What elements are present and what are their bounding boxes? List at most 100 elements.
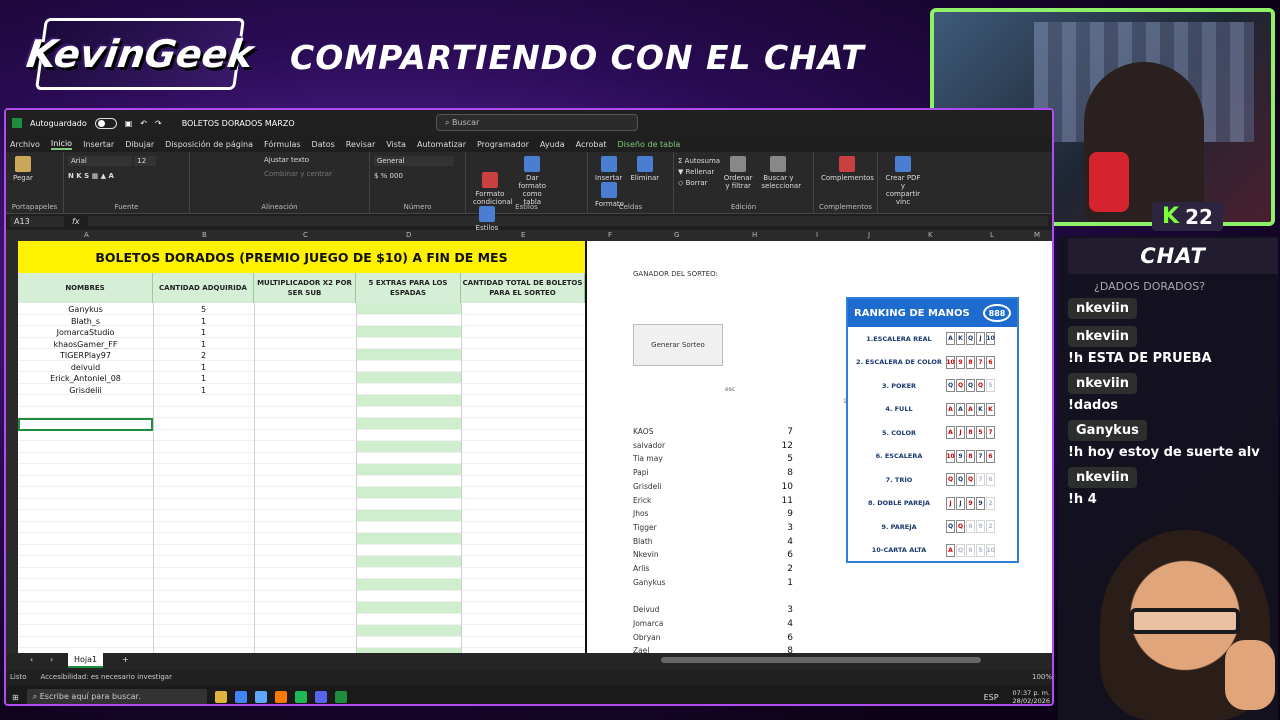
table-row[interactable]: JomarcaStudio 1 xyxy=(18,328,585,340)
score-row[interactable]: Ganykus 1 xyxy=(633,578,793,592)
table-row[interactable]: Ganykus 5 xyxy=(18,305,585,317)
menu-automatizar[interactable]: Automatizar xyxy=(417,140,466,149)
score-row[interactable]: salvador 12 xyxy=(633,441,793,455)
name-cell[interactable]: TIGERPlay97 xyxy=(18,351,153,363)
file-explorer-icon[interactable] xyxy=(214,691,227,703)
column-header[interactable]: L xyxy=(990,231,994,239)
quantity-cell[interactable]: 2 xyxy=(153,351,254,363)
menu-acrobat[interactable]: Acrobat xyxy=(576,140,607,149)
wrap-text-button[interactable]: Ajustar texto xyxy=(264,156,309,164)
column-header[interactable]: C xyxy=(303,231,308,239)
column-header[interactable]: H xyxy=(752,231,757,239)
menu-insertar[interactable]: Insertar xyxy=(83,140,114,149)
autosave-toggle[interactable] xyxy=(94,117,117,129)
column-header[interactable]: I xyxy=(816,231,818,239)
table-row[interactable]: TIGERPlay97 2 xyxy=(18,351,585,363)
file-name[interactable]: BOLETOS DORADOS MARZO xyxy=(182,119,295,128)
menu-f-rmulas[interactable]: Fórmulas xyxy=(264,140,301,149)
undo-icon[interactable]: ↶ xyxy=(140,119,147,128)
menu-revisar[interactable]: Revisar xyxy=(346,140,375,149)
generate-draw-button[interactable]: Generar Sorteo xyxy=(633,324,723,366)
merge-center-button[interactable]: Combinar y centrar xyxy=(264,170,365,178)
score-row[interactable]: Papi 8 xyxy=(633,468,793,482)
autosum-button[interactable]: Σ Autosuma xyxy=(678,156,720,167)
taskbar-search[interactable]: ⌕ Escribe aquí para buscar. xyxy=(26,689,207,704)
score-row[interactable]: Blath 4 xyxy=(633,537,793,551)
column-header[interactable]: K xyxy=(928,231,933,239)
chat-username[interactable]: nkeviin xyxy=(1068,373,1138,394)
score-row[interactable]: Grisdeli 10 xyxy=(633,482,793,496)
score-row[interactable]: Arlis 2 xyxy=(633,564,793,578)
save-icon[interactable]: ▣ xyxy=(125,119,133,128)
name-cell[interactable]: Ganykus xyxy=(18,305,153,317)
menu-archivo[interactable]: Archivo xyxy=(10,140,40,149)
menu-dise-o-de-tabla[interactable]: Diseño de tabla xyxy=(618,140,681,149)
quantity-cell[interactable]: 1 xyxy=(153,363,254,375)
menu-dibujar[interactable]: Dibujar xyxy=(125,140,154,149)
score-row[interactable]: Erick 11 xyxy=(633,496,793,510)
chat-username[interactable]: nkeviin xyxy=(1068,467,1138,488)
table-header-cell[interactable]: CANTIDAD ADQUIRIDA xyxy=(153,273,254,303)
chat-username[interactable]: Ganykus xyxy=(1068,420,1147,441)
name-cell[interactable]: deivuid xyxy=(18,363,153,375)
name-cell[interactable]: khaosGamer_FF xyxy=(18,340,153,352)
formula-input[interactable] xyxy=(87,216,1048,226)
conditional-format-button[interactable]: Formato condicional xyxy=(473,172,513,206)
illustrator-icon[interactable] xyxy=(274,691,287,703)
table-row[interactable]: Blath_s 1 xyxy=(18,317,585,329)
score-row[interactable]: Nkevin 6 xyxy=(633,550,793,564)
table-row[interactable]: khaosGamer_FF 1 xyxy=(18,340,585,352)
selected-cell[interactable] xyxy=(18,418,153,431)
find-select-button[interactable]: Buscar y seleccionar xyxy=(761,156,801,190)
zoom-level[interactable]: 100% xyxy=(1032,673,1052,681)
name-box[interactable]: A13 xyxy=(10,215,64,227)
quantity-cell[interactable]: 1 xyxy=(153,317,254,329)
taskbar-clock[interactable]: 07:37 p. m. 28/02/2026 xyxy=(1013,689,1050,704)
number-format-select[interactable]: General xyxy=(374,156,454,166)
font-style-buttons[interactable]: N K S ▦ ▲ A xyxy=(68,172,185,180)
chat-username[interactable]: nkeviin xyxy=(1068,326,1138,347)
clear-button[interactable]: ◇ Borrar xyxy=(678,178,720,189)
score-row[interactable]: Obryan 6 xyxy=(633,633,793,647)
edge-icon[interactable] xyxy=(254,691,267,703)
name-cell[interactable]: JomarcaStudio xyxy=(18,328,153,340)
column-header[interactable]: D xyxy=(406,231,411,239)
create-pdf-button[interactable]: Crear PDF y compartir vínc xyxy=(885,156,921,206)
insert-cells-button[interactable]: Insertar xyxy=(595,156,622,182)
font-size-select[interactable]: 12 xyxy=(134,156,157,166)
chat-username[interactable]: nkeviin xyxy=(1068,298,1138,319)
column-header[interactable]: F xyxy=(608,231,612,239)
format-table-button[interactable]: Dar formato como tabla xyxy=(515,156,549,206)
name-cell[interactable]: Grisdelii xyxy=(18,386,153,398)
menu-vista[interactable]: Vista xyxy=(386,140,406,149)
sheet-tab-hoja1[interactable]: Hoja1 xyxy=(68,653,104,668)
addins-button[interactable]: Complementos xyxy=(821,156,874,182)
column-header[interactable]: G xyxy=(674,231,679,239)
paste-button[interactable]: Pegar xyxy=(13,156,33,182)
language-indicator[interactable]: ESP xyxy=(984,693,999,702)
add-sheet-icon[interactable]: + xyxy=(122,655,129,664)
score-row[interactable]: Tia may 5 xyxy=(633,454,793,468)
next-sheet-icon[interactable]: › xyxy=(50,655,53,664)
table-row[interactable]: Erick_Antoniel_08 1 xyxy=(18,374,585,386)
menu-disposici-n-de-p-gina[interactable]: Disposición de página xyxy=(165,140,253,149)
column-header[interactable]: E xyxy=(521,231,525,239)
prev-sheet-icon[interactable]: ‹ xyxy=(30,655,33,664)
ticket-table[interactable]: BOLETOS DORADOS (PREMIO JUEGO DE $10) A … xyxy=(18,241,585,653)
search-input[interactable]: ⌕ Buscar xyxy=(436,114,638,131)
fx-icon[interactable]: fx xyxy=(72,217,80,226)
table-header-cell[interactable]: 5 EXTRAS PARA LOS ESPADAS xyxy=(356,273,461,303)
font-select[interactable]: Arial xyxy=(68,156,132,166)
score-row[interactable]: Jhos 9 xyxy=(633,509,793,523)
score-row[interactable] xyxy=(633,591,793,605)
column-header[interactable]: B xyxy=(202,231,207,239)
table-header-cell[interactable]: MULTIPLICADOR X2 POR SER SUB xyxy=(254,273,356,303)
windows-icon[interactable]: ⊞ xyxy=(12,693,19,702)
name-cell[interactable]: Blath_s xyxy=(18,317,153,329)
column-header[interactable]: M xyxy=(1034,231,1040,239)
chrome-icon[interactable] xyxy=(234,691,247,703)
discord-icon[interactable] xyxy=(314,691,327,703)
quantity-cell[interactable]: 1 xyxy=(153,374,254,386)
spotify-icon[interactable] xyxy=(294,691,307,703)
menu-datos[interactable]: Datos xyxy=(312,140,335,149)
